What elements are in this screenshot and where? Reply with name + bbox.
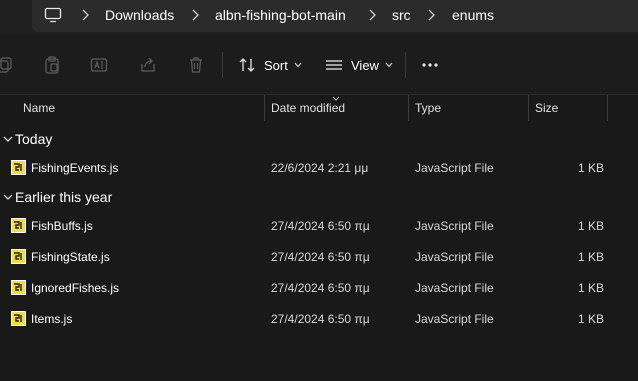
column-divider[interactable] — [264, 95, 265, 121]
breadcrumb-item-downloads[interactable]: Downloads — [105, 7, 174, 23]
file-size: 1 KB — [578, 312, 605, 326]
file-date-modified: 27/4/2024 6:50 πμ — [271, 250, 370, 264]
column-divider[interactable] — [528, 95, 529, 121]
file-size: 1 KB — [578, 250, 605, 264]
file-date-modified: 27/4/2024 6:50 πμ — [271, 312, 370, 326]
file-row[interactable]: FishingState.js 27/4/2024 6:50 πμ JavaSc… — [0, 244, 638, 270]
paste-icon[interactable] — [43, 56, 61, 74]
chevron-right-icon[interactable] — [367, 9, 377, 21]
address-bar: Downloads albn-fishing-bot-main src enum… — [0, 0, 638, 34]
sort-icon — [239, 58, 255, 72]
file-size: 1 KB — [578, 219, 605, 233]
column-header-name[interactable]: Name — [23, 101, 55, 115]
group-header-today[interactable]: Today — [0, 128, 52, 150]
file-row[interactable]: FishBuffs.js 27/4/2024 6:50 πμ JavaScrip… — [0, 213, 638, 239]
file-type: JavaScript File — [415, 161, 494, 175]
column-header-type[interactable]: Type — [415, 101, 441, 115]
copy-icon[interactable] — [0, 56, 14, 74]
breadcrumb-item-enums[interactable]: enums — [452, 7, 494, 23]
sort-label: Sort — [264, 57, 288, 73]
rename-icon[interactable] — [90, 56, 108, 74]
file-row[interactable]: FishingEvents.js 22/6/2024 2:21 μμ JavaS… — [0, 155, 638, 181]
javascript-file-icon — [11, 160, 26, 175]
javascript-file-icon — [11, 311, 26, 326]
share-icon[interactable] — [139, 56, 157, 74]
view-label: View — [351, 57, 379, 73]
chevron-down-icon — [3, 136, 13, 142]
file-name: FishingState.js — [31, 250, 110, 264]
column-header-date-modified[interactable]: Date modified — [271, 101, 345, 115]
file-row[interactable]: Items.js 27/4/2024 6:50 πμ JavaScript Fi… — [0, 306, 638, 332]
file-type: JavaScript File — [415, 281, 494, 295]
this-pc-icon[interactable] — [44, 7, 62, 23]
breadcrumb-item-src[interactable]: src — [392, 7, 411, 23]
breadcrumb-item-albn-fishing-bot-main[interactable]: albn-fishing-bot-main — [215, 7, 346, 23]
javascript-file-icon — [11, 249, 26, 264]
chevron-right-icon[interactable] — [80, 9, 90, 21]
file-date-modified: 22/6/2024 2:21 μμ — [271, 161, 369, 175]
file-date-modified: 27/4/2024 6:50 πμ — [271, 219, 370, 233]
file-name: FishingEvents.js — [31, 161, 119, 175]
column-headers: Name Date modified Type Size — [0, 95, 638, 121]
file-type: JavaScript File — [415, 312, 494, 326]
toolbar-divider — [222, 52, 223, 78]
more-options-icon[interactable] — [421, 56, 439, 74]
chevron-right-icon[interactable] — [426, 9, 436, 21]
toolbar-divider — [405, 52, 406, 78]
group-label: Today — [15, 131, 53, 147]
file-date-modified: 27/4/2024 6:50 πμ — [271, 281, 370, 295]
column-divider[interactable] — [408, 95, 409, 121]
file-type: JavaScript File — [415, 219, 494, 233]
chevron-down-icon — [385, 62, 393, 68]
file-name: Items.js — [31, 312, 73, 326]
command-bar: Sort View — [0, 34, 638, 95]
file-size: 1 KB — [578, 161, 605, 175]
view-button[interactable]: View — [325, 54, 393, 76]
file-name: IgnoredFishes.js — [31, 281, 120, 295]
file-type: JavaScript File — [415, 250, 494, 264]
javascript-file-icon — [11, 218, 26, 233]
file-row[interactable]: IgnoredFishes.js 27/4/2024 6:50 πμ JavaS… — [0, 275, 638, 301]
group-header-earlier-this-year[interactable]: Earlier this year — [0, 186, 112, 208]
column-header-size[interactable]: Size — [535, 101, 558, 115]
chevron-down-icon — [3, 194, 13, 200]
file-name: FishBuffs.js — [31, 219, 93, 233]
file-size: 1 KB — [578, 281, 605, 295]
chevron-down-icon — [294, 62, 302, 68]
group-label: Earlier this year — [15, 189, 113, 205]
column-divider[interactable] — [607, 95, 608, 121]
view-icon — [326, 60, 342, 70]
delete-icon[interactable] — [187, 56, 205, 74]
sort-button[interactable]: Sort — [238, 54, 302, 76]
chevron-right-icon[interactable] — [190, 9, 200, 21]
javascript-file-icon — [11, 280, 26, 295]
